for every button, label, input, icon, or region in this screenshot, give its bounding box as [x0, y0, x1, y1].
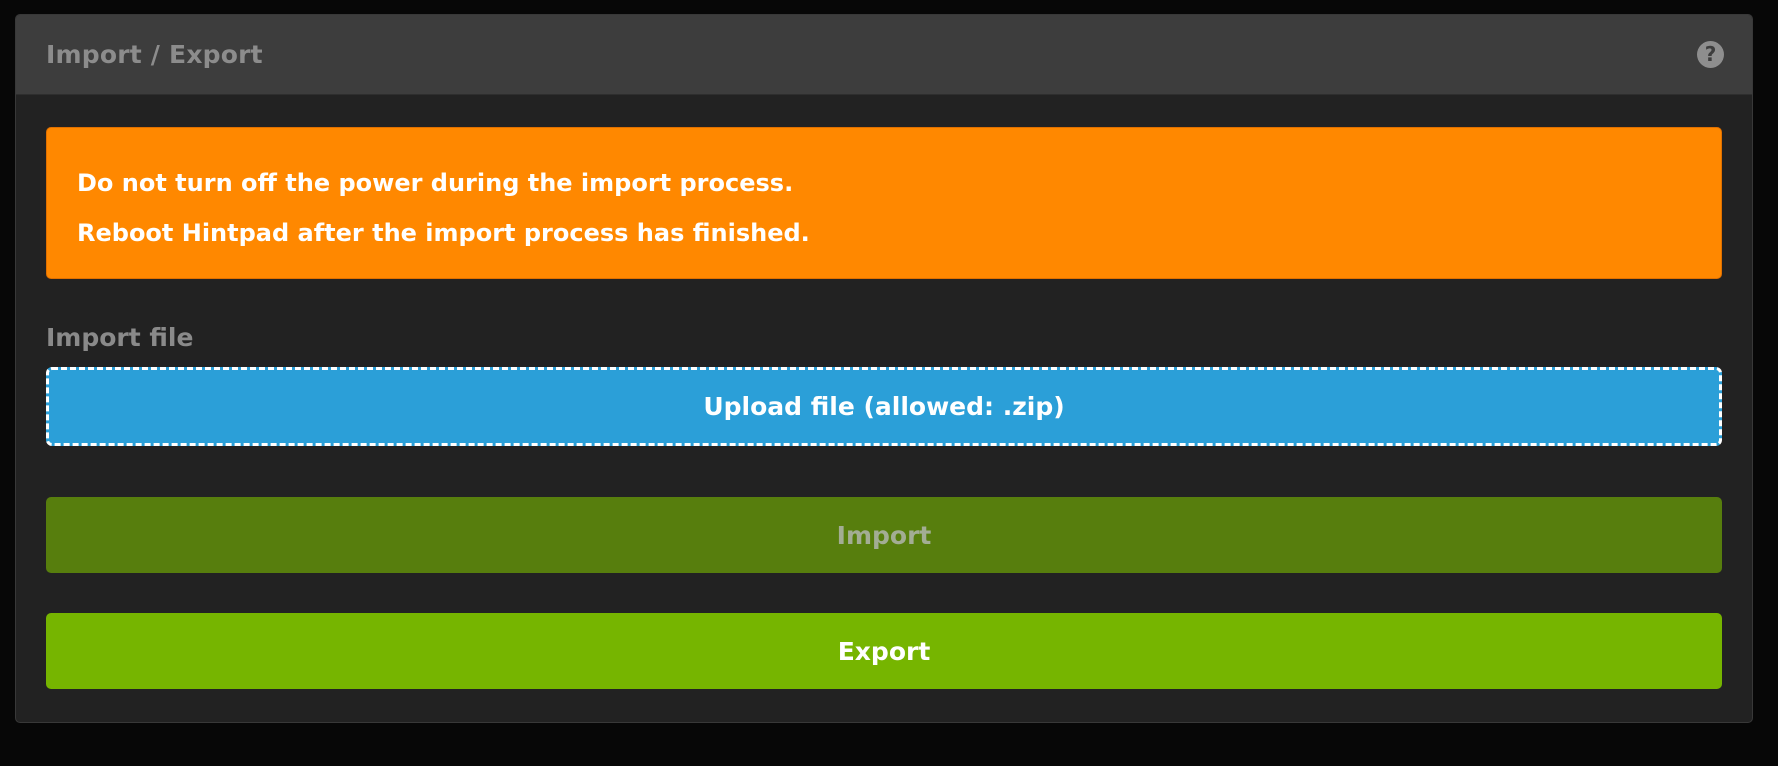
panel-header: Import / Export ? [16, 15, 1752, 95]
warning-alert: Do not turn off the power during the imp… [46, 127, 1722, 279]
panel-title: Import / Export [46, 40, 263, 69]
export-button-label: Export [837, 636, 931, 666]
import-export-panel: Import / Export ? Do not turn off the po… [15, 14, 1753, 723]
alert-line-reboot: Reboot Hintpad after the import process … [77, 219, 810, 247]
import-button-label: Import [836, 520, 932, 550]
import-button[interactable]: Import [46, 497, 1722, 573]
upload-file-label: Upload file (allowed: .zip) [703, 392, 1065, 421]
alert-line-power: Do not turn off the power during the imp… [77, 169, 794, 197]
panel-body: Do not turn off the power during the imp… [16, 95, 1752, 689]
upload-file-dropzone[interactable]: Upload file (allowed: .zip) [46, 367, 1722, 446]
import-file-label: Import file [46, 323, 194, 352]
question-circle-icon[interactable]: ? [1697, 41, 1724, 68]
export-button[interactable]: Export [46, 613, 1722, 689]
